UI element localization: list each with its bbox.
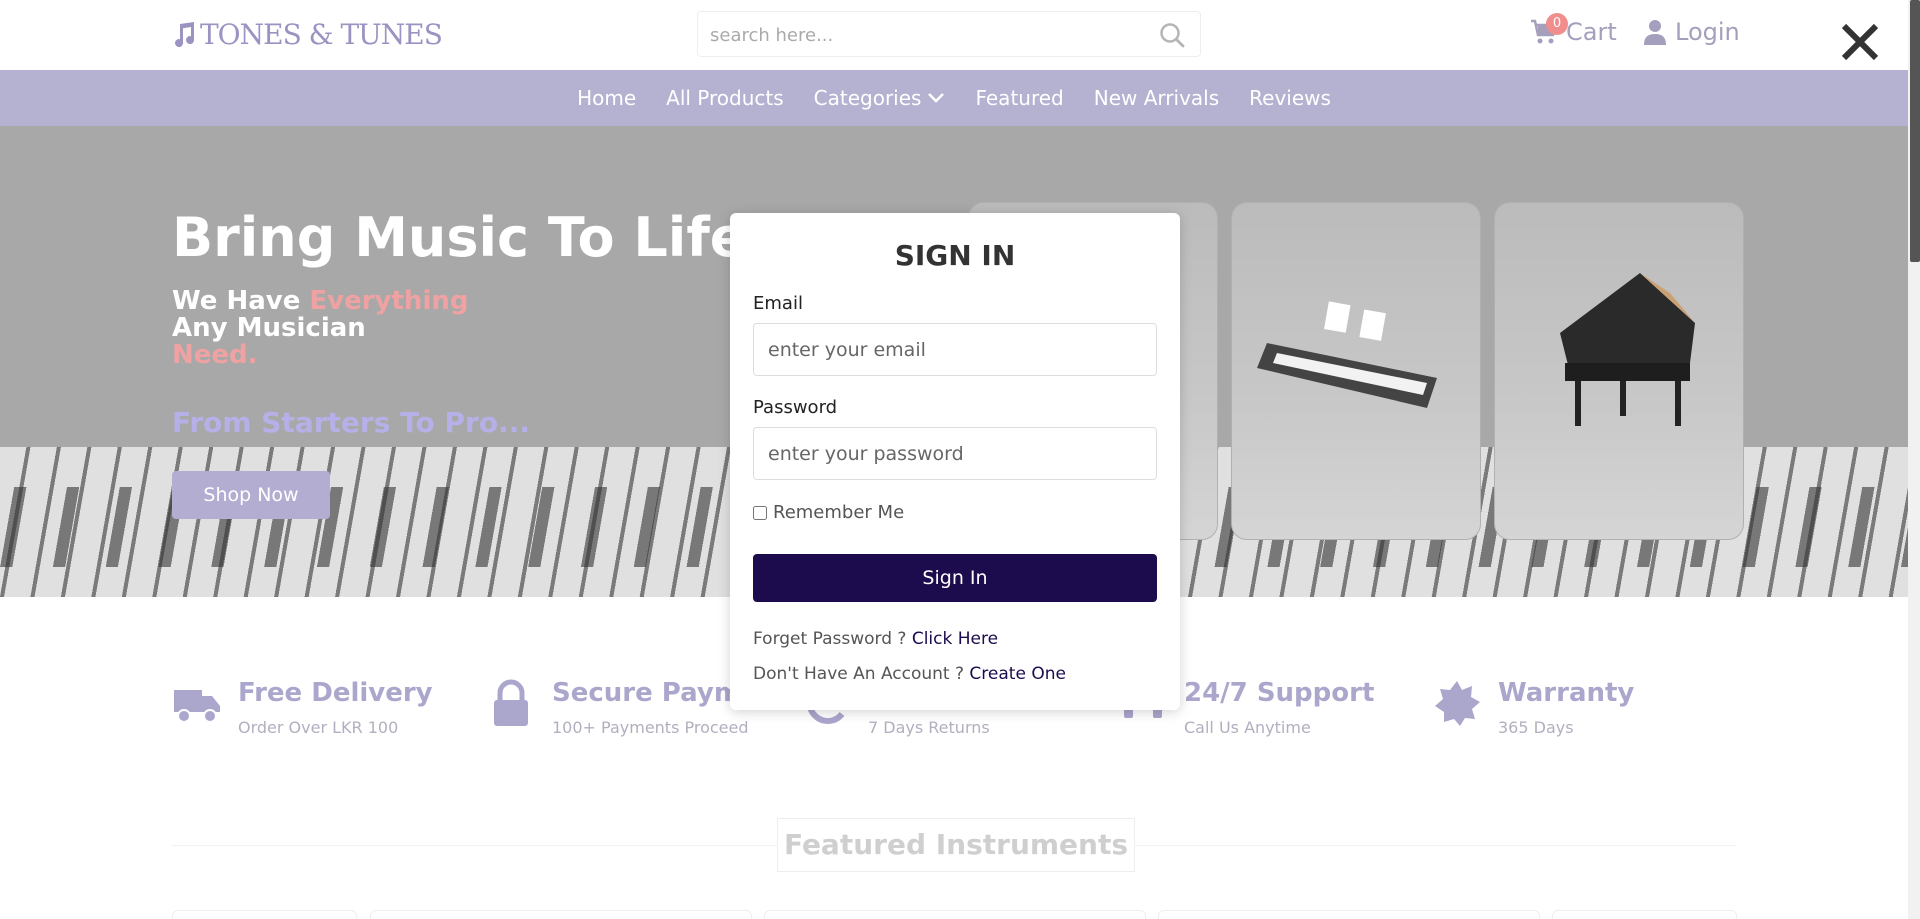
scrollbar-thumb[interactable] (1910, 0, 1920, 262)
keyboard-image (1257, 301, 1437, 408)
login-link[interactable]: Login (1643, 18, 1740, 46)
forgot-password-link[interactable]: Click Here (912, 629, 998, 649)
feature-subtitle: 365 Days (1498, 718, 1574, 737)
email-label: Email (753, 293, 803, 314)
feature-title: Warranty (1498, 678, 1635, 708)
remember-me-checkbox[interactable] (753, 505, 767, 520)
site-logo[interactable]: TONES & TUNES (172, 18, 443, 51)
feature-subtitle: Call Us Anytime (1184, 718, 1311, 737)
feature-title: 24/7 Support (1184, 678, 1375, 708)
user-icon (1644, 20, 1666, 45)
feature-title: Free Delivery (238, 678, 433, 708)
sign-in-modal: SIGN IN Email Password Remember Me Sign … (730, 213, 1180, 710)
nav-item-categories[interactable]: Categories (814, 86, 946, 110)
hero-tagline: From Starters To Pro... (172, 406, 530, 439)
product-card[interactable] (1158, 910, 1540, 919)
logo-text: TONES & TUNES (200, 18, 443, 51)
music-note-icon (175, 21, 195, 47)
feature-free-delivery: Free Delivery Order Over LKR 100 (172, 678, 433, 737)
search-input[interactable] (710, 22, 1130, 48)
truck-icon (174, 690, 220, 723)
remember-me[interactable]: Remember Me (753, 502, 904, 523)
search-bar (697, 11, 1201, 57)
feature-subtitle: 100+ Payments Proceed (552, 718, 749, 737)
cart-label: Cart (1566, 18, 1617, 46)
hero-product-card-keyboard[interactable] (1231, 202, 1481, 540)
grand-piano-image (1560, 273, 1695, 426)
forgot-password-line: Forget Password ? Click Here (753, 629, 998, 649)
create-account-line: Don't Have An Account ? Create One (753, 664, 1066, 684)
modal-title: SIGN IN (894, 239, 1016, 272)
lock-icon (494, 679, 528, 726)
nav-item-all-products[interactable]: All Products (666, 86, 784, 110)
hero-subtitle: We Have Everything Any Musician Need. (172, 288, 472, 369)
site-header: TONES & TUNES 0 Cart Login (0, 0, 1908, 70)
product-card[interactable] (172, 910, 357, 919)
nav-item-new-arrivals[interactable]: New Arrivals (1094, 86, 1219, 110)
cart-link[interactable]: 0 Cart (1530, 13, 1617, 46)
cart-count-badge: 0 (1546, 13, 1568, 35)
hero-title: Bring Music To Life (172, 206, 747, 269)
no-account-text: Don't Have An Account ? (753, 664, 965, 684)
forgot-password-text: Forget Password ? (753, 629, 907, 649)
hero-subtitle-part-3: Need. (172, 340, 258, 370)
hero-product-card-piano[interactable] (1494, 202, 1744, 540)
hero-subtitle-highlight: Everything (309, 286, 469, 316)
login-label: Login (1675, 18, 1740, 46)
product-card[interactable] (1552, 910, 1737, 919)
create-account-link[interactable]: Create One (969, 664, 1066, 684)
email-field[interactable] (753, 323, 1157, 376)
search-icon[interactable] (1158, 21, 1186, 49)
chevron-down-icon (928, 93, 945, 103)
hero-subtitle-part-1: We Have (172, 286, 310, 316)
nav-item-home[interactable]: Home (577, 86, 636, 110)
featured-instruments-heading: Featured Instruments (777, 818, 1135, 872)
badge-icon (1435, 681, 1480, 726)
feature-warranty: Warranty 365 Days (1432, 678, 1634, 737)
nav-item-reviews[interactable]: Reviews (1249, 86, 1331, 110)
product-card[interactable] (370, 910, 752, 919)
nav-item-featured[interactable]: Featured (975, 86, 1063, 110)
nav-item-categories-label: Categories (813, 86, 922, 110)
remember-me-label: Remember Me (773, 502, 905, 523)
password-field[interactable] (753, 427, 1157, 480)
main-nav: Home All Products Categories Featured Ne… (0, 70, 1908, 126)
feature-subtitle: Order Over LKR 100 (238, 718, 399, 737)
password-label: Password (753, 397, 838, 418)
feature-subtitle: 7 Days Returns (868, 718, 990, 737)
sign-in-button[interactable]: Sign In (753, 554, 1157, 602)
product-card[interactable] (764, 910, 1146, 919)
shop-now-button[interactable]: Shop Now (172, 471, 330, 519)
close-icon[interactable] (1838, 20, 1882, 64)
hero-subtitle-part-2: Any Musician (172, 313, 366, 343)
